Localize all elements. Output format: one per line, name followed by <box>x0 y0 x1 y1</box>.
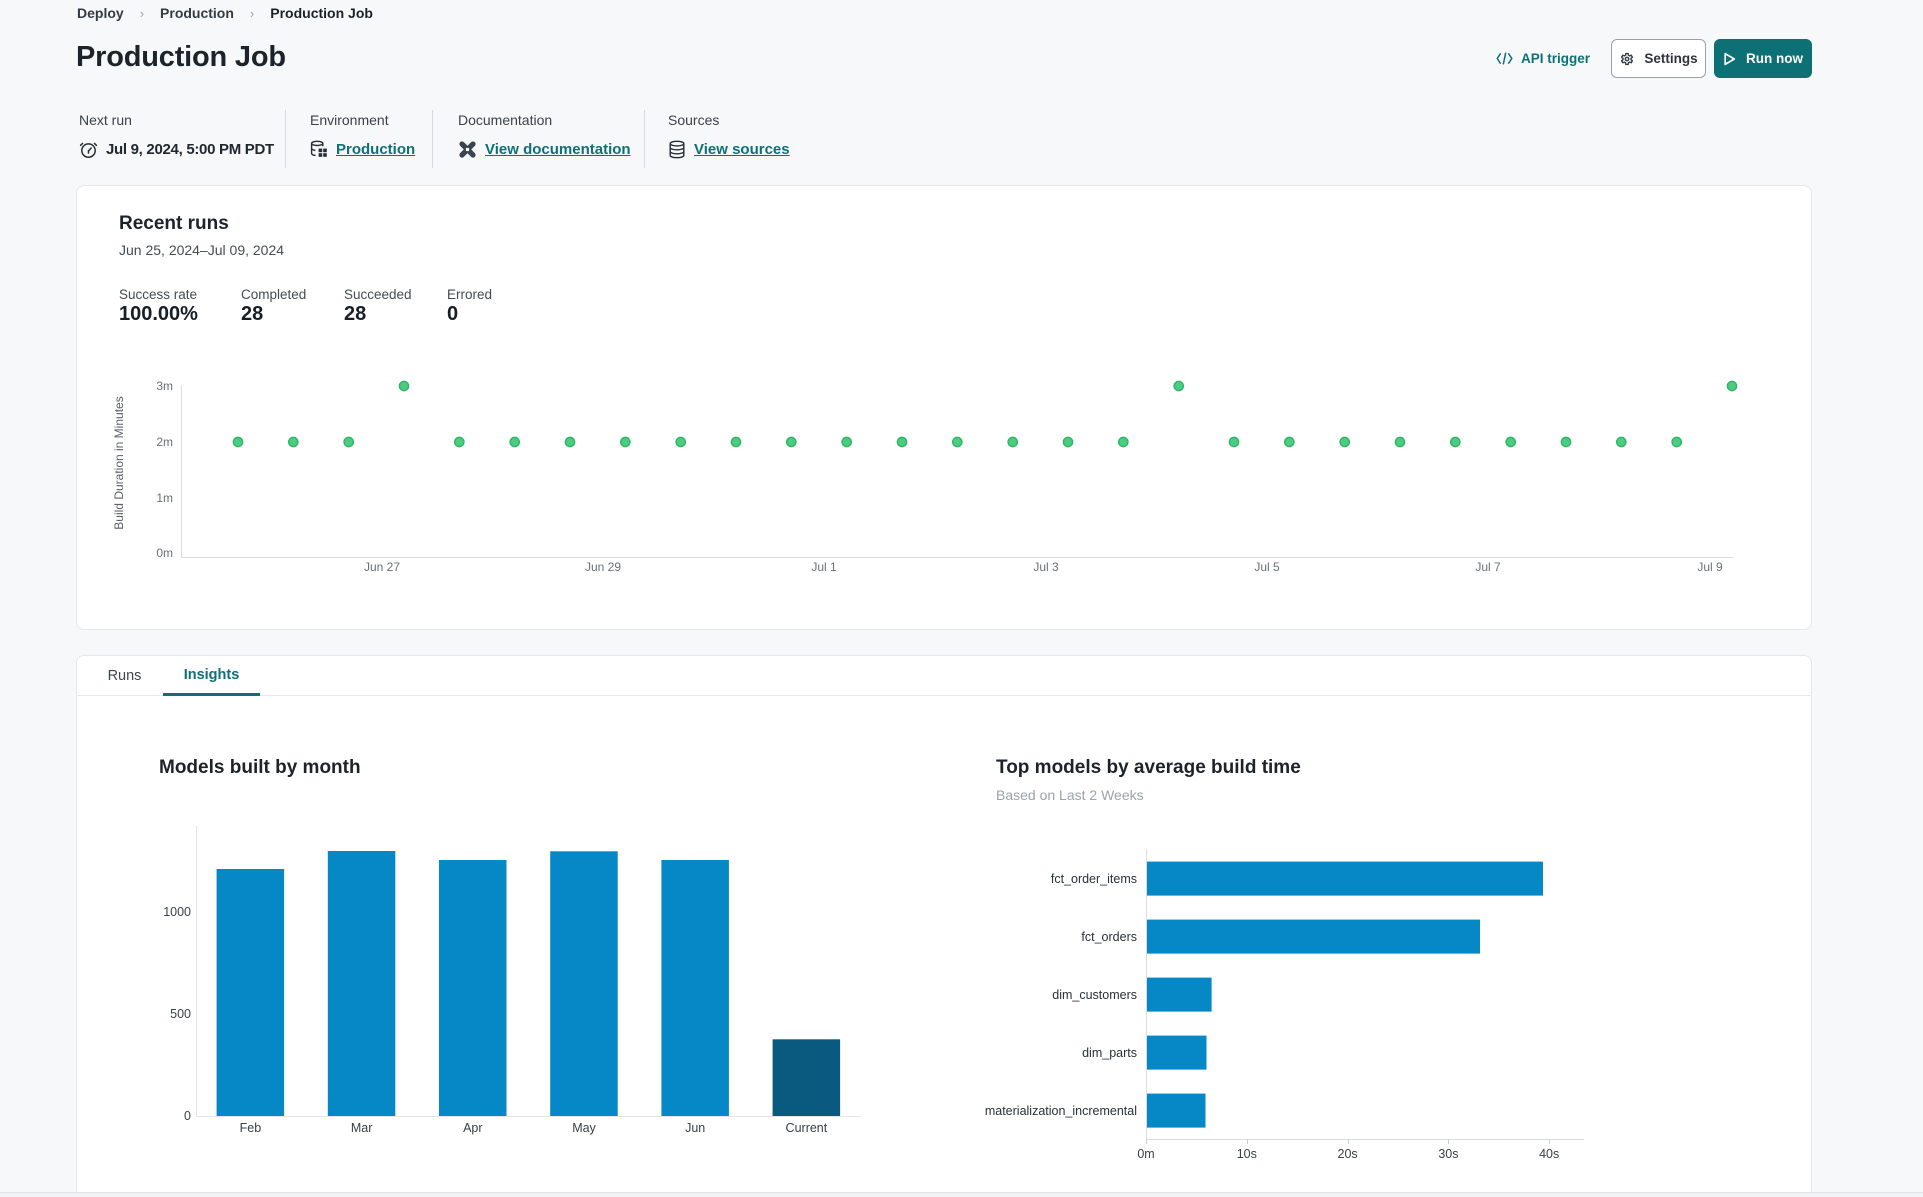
svg-text:Jun 29: Jun 29 <box>585 560 621 574</box>
svg-text:May: May <box>572 1121 596 1135</box>
svg-text:Build Duration in Minutes: Build Duration in Minutes <box>112 396 126 529</box>
svg-text:Apr: Apr <box>463 1121 482 1135</box>
svg-text:20s: 20s <box>1338 1147 1358 1161</box>
svg-text:Jul 9: Jul 9 <box>1697 560 1723 574</box>
svg-text:0m: 0m <box>156 546 173 560</box>
svg-text:1000: 1000 <box>163 905 191 919</box>
svg-text:Jun: Jun <box>685 1121 705 1135</box>
svg-text:Jun 27: Jun 27 <box>364 560 400 574</box>
svg-text:3m: 3m <box>156 379 173 393</box>
svg-text:dim_parts: dim_parts <box>1082 1046 1137 1060</box>
svg-text:Jul 7: Jul 7 <box>1475 560 1501 574</box>
svg-text:2m: 2m <box>156 435 173 449</box>
svg-text:materialization_incremental: materialization_incremental <box>985 1104 1137 1118</box>
svg-text:Jul 1: Jul 1 <box>811 560 837 574</box>
svg-text:Jul 5: Jul 5 <box>1254 560 1280 574</box>
svg-text:0: 0 <box>184 1109 191 1123</box>
svg-text:500: 500 <box>170 1007 191 1021</box>
svg-text:30s: 30s <box>1438 1147 1458 1161</box>
svg-text:Feb: Feb <box>240 1121 262 1135</box>
svg-text:40s: 40s <box>1539 1147 1559 1161</box>
svg-text:dim_customers: dim_customers <box>1052 988 1137 1002</box>
svg-text:0m: 0m <box>1137 1147 1154 1161</box>
svg-text:Mar: Mar <box>351 1121 373 1135</box>
svg-text:fct_orders: fct_orders <box>1081 930 1137 944</box>
svg-text:10s: 10s <box>1237 1147 1257 1161</box>
svg-text:Jul 3: Jul 3 <box>1033 560 1059 574</box>
svg-text:fct_order_items: fct_order_items <box>1051 872 1137 886</box>
svg-text:Current: Current <box>786 1121 828 1135</box>
svg-text:1m: 1m <box>156 491 173 505</box>
